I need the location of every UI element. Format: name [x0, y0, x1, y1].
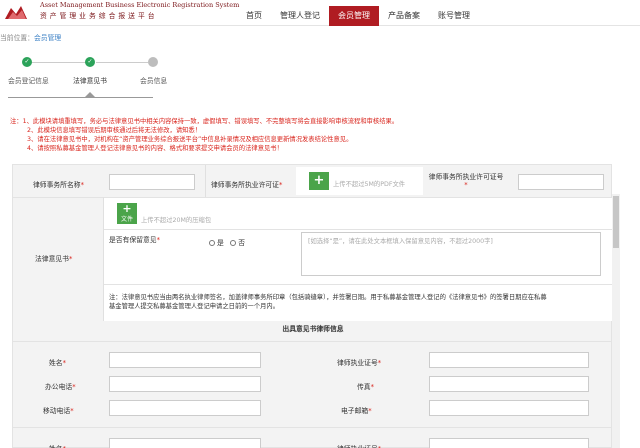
logo-english-title: Asset Management Business Electronic Reg…: [40, 1, 240, 9]
reservation-yes-radio[interactable]: [209, 240, 215, 246]
reservation-label: 是否有保留意见*: [109, 236, 160, 244]
breadcrumb: 当前位置：会员管理: [0, 32, 61, 42]
scrollbar-thumb[interactable]: [613, 196, 619, 248]
lawyer-name-label: 姓名*: [49, 359, 66, 367]
nav-item-member-management[interactable]: 会员管理: [329, 6, 379, 26]
step-2-check-icon: ✓: [85, 57, 95, 67]
office-phone-input[interactable]: [109, 376, 261, 392]
nav-item-manager-registration[interactable]: 管理人登记: [271, 6, 329, 26]
office-phone-label: 办公电话*: [45, 383, 76, 391]
reservation-yes-label: 是: [217, 239, 224, 247]
second-lawyer-license-no-label: 律师执业证号*: [337, 443, 381, 448]
mobile-phone-label: 移动电话*: [43, 407, 74, 415]
lawyer-license-no-label: 律师执业证号*: [337, 359, 382, 367]
second-lawyer-name-label: 姓名*: [49, 443, 66, 448]
row-divider: [104, 229, 613, 230]
email-input[interactable]: [429, 400, 589, 416]
notice-3: 3、请在法律意见书中，对机构在“资产管理业务综合报送平台”中信息补录情况及相应信…: [27, 136, 353, 143]
logo-emblem-icon: [5, 6, 27, 19]
main-nav: 首页 管理人登记 会员管理 产品备案 账号管理: [237, 6, 479, 26]
lawyer-name-input[interactable]: [109, 352, 261, 368]
second-lawyer-license-no-input[interactable]: [429, 438, 589, 448]
step-1-label[interactable]: 会员登记信息: [8, 75, 49, 85]
legal-opinion-label: 法律意见书*: [35, 255, 73, 263]
opinion-file-hint: 上传不超过20M的压缩包: [141, 217, 212, 224]
legal-opinion-form: 律师事务所名称* 律师事务所执业许可证* + 上传不超过5M的PDF文件 律师事…: [12, 164, 613, 448]
firm-name-input[interactable]: [109, 174, 195, 190]
reservation-textarea[interactable]: [如选择“是”，请在此处文本框填入保留意见内容，不超过2000字]: [301, 232, 601, 276]
firm-license-upload-hint: 上传不超过5M的PDF文件: [333, 181, 406, 188]
reservation-no-radio[interactable]: [230, 240, 237, 246]
second-lawyer-name-input[interactable]: [109, 438, 261, 448]
top-bar: Asset Management Business Electronic Reg…: [0, 0, 640, 26]
step-connector-done: [30, 62, 90, 63]
opinion-note-line-2: 基金管理人提交私募基金管理人登记申请之日前的一个月内。: [109, 303, 280, 310]
steps-divider: [8, 97, 153, 98]
lawyer-section-title: 出具意见书律师信息: [282, 325, 344, 333]
notice-2: 2、此模块信息填写错误后期审核通过后将无法修改，请知悉！: [27, 127, 202, 134]
fax-label: 传真*: [357, 383, 374, 391]
firm-license-no-input[interactable]: [518, 174, 604, 190]
step-3-pending-icon: [148, 57, 158, 67]
lawyer-license-no-input[interactable]: [429, 352, 589, 368]
row-divider: [104, 284, 613, 285]
row-divider: [205, 165, 206, 197]
row-divider: [13, 427, 613, 428]
opinion-signature-note: 注：法律意见书应当由两名执业律师签名，加盖律师事务所印章（包括骑缝章），并签署日…: [109, 293, 547, 311]
step-connector-pending: [96, 62, 148, 63]
notice-list: 注：1、此模块请填重填写，务必与法律意见书中相关内容保持一致，虚假填写、错误填写…: [10, 117, 630, 153]
breadcrumb-link-member-management[interactable]: 会员管理: [34, 34, 61, 42]
email-label: 电子邮箱*: [341, 407, 372, 415]
firm-license-upload-plus-icon[interactable]: +: [309, 172, 329, 190]
app-window: Asset Management Business Electronic Reg…: [0, 0, 640, 448]
step-1-check-icon: ✓: [22, 57, 32, 67]
nav-item-home[interactable]: 首页: [237, 6, 271, 26]
fax-input[interactable]: [429, 376, 589, 392]
reservation-radio-group: 是 否: [209, 237, 245, 247]
breadcrumb-prefix: 当前位置：: [0, 34, 34, 42]
opinion-file-button[interactable]: 文件: [117, 215, 137, 224]
row-divider: [13, 341, 613, 342]
nav-item-account-management[interactable]: 账号管理: [429, 6, 479, 26]
firm-license-label: 律师事务所执业许可证*: [211, 181, 283, 189]
step-2-label[interactable]: 法律意见书: [73, 75, 107, 85]
mobile-phone-input[interactable]: [109, 400, 261, 416]
notice-4: 4、请按照私募基金管理人登记法律意见书的内容、格式和要求提交申请会员的法律意见书…: [27, 145, 283, 152]
notice-1: 注：1、此模块请填重填写，务必与法律意见书中相关内容保持一致，虚假填写、错误填写…: [10, 118, 399, 125]
reservation-no-label: 否: [238, 239, 246, 247]
step-3-label[interactable]: 会员信息: [140, 75, 167, 85]
opinion-note-line-1: 注：法律意见书应当由两名执业律师签名，加盖律师事务所印章（包括骑缝章），并签署日…: [109, 294, 547, 301]
nav-item-product-filing[interactable]: 产品备案: [379, 6, 429, 26]
logo-chinese-title: 资产管理业务综合报送平台: [40, 12, 158, 20]
firm-license-no-label: 律师事务所执业许可证号 *: [428, 173, 504, 189]
firm-name-label: 律师事务所名称*: [33, 181, 84, 189]
